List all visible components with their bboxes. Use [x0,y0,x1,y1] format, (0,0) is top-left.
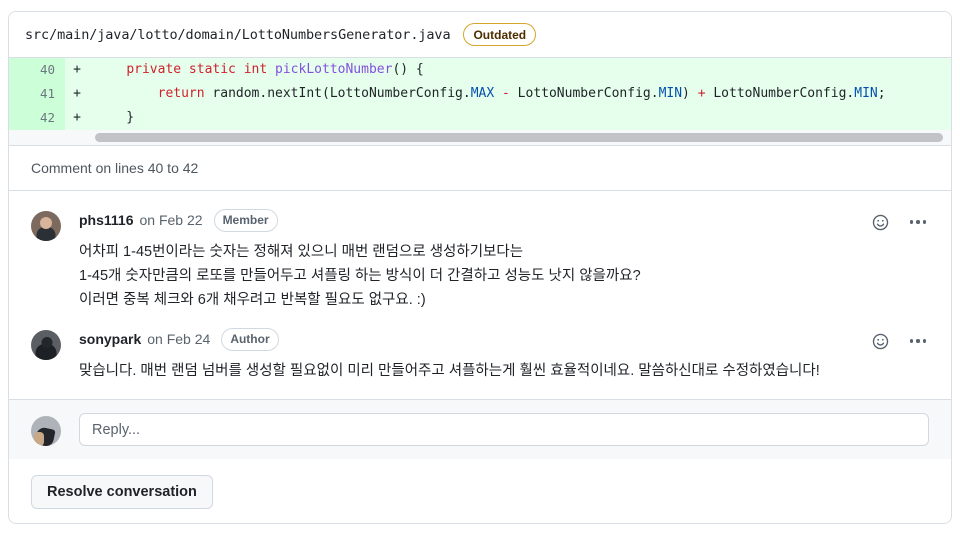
comment-header: phs1116 on Feb 22 Member [79,208,929,232]
comment-text: 어차피 1-45번이라는 숫자는 정해져 있으니 매번 랜덤으로 생성하기보다는… [79,240,929,312]
comment-body: phs1116 on Feb 22 Member 어차피 1-45번이라는 숫자는 정… [79,208,929,312]
review-thread-card: src/main/java/lotto/domain/LottoNumbersG… [8,11,952,524]
code-token: ) [682,86,698,101]
comment-on-lines-label: Comment on lines 40 to 42 [31,160,199,176]
comment-on-lines-bar: Comment on lines 40 to 42 [9,146,951,191]
diff-line-marker: + [65,82,89,106]
code-token: LottoNumberConfig. [509,86,659,101]
comment-author[interactable]: sonypark [79,331,141,347]
role-badge: Author [221,327,279,351]
diff-horizontal-scrollbar[interactable] [9,130,951,145]
code-token: MIN [658,86,683,101]
file-path[interactable]: src/main/java/lotto/domain/LottoNumbersG… [25,27,451,43]
code-token: - [502,86,510,101]
comment-timestamp[interactable]: on Feb 22 [140,212,203,228]
role-badge: Member [213,208,278,232]
comment-text-line: 1-45개 숫자만큼의 로또를 만들어두고 셔플링 하는 방식이 더 간결하고 … [79,268,641,284]
comment-timestamp[interactable]: on Feb 24 [147,331,210,347]
thread-footer: Resolve conversation [9,459,951,523]
diff-line-number[interactable]: 41 [9,82,65,106]
diff-line-code: private static int pickLottoNumber() { [89,58,951,82]
avatar[interactable] [31,330,61,360]
code-token: } [95,110,135,125]
resolve-conversation-button[interactable]: Resolve conversation [31,475,213,509]
comment-body: sonypark on Feb 24 Author 맞습니다. 매번 랜덤 넘버를 생… [79,327,929,383]
diff-scroll-region[interactable]: 40 + private static int pickLottoNumber()… [9,58,951,130]
reply-input[interactable] [79,413,929,446]
outdated-badge: Outdated [463,23,537,46]
code-token: LottoNumberConfig. [705,86,855,101]
diff-line: 40 + private static int pickLottoNumber()… [9,58,951,82]
diff-line-marker: + [65,106,89,130]
comment-text-line: 맞습니다. 매번 랜덤 넘버를 생성할 필요없이 미리 만들어주고 셔플하는게 … [79,363,820,379]
diff-line: 42 + } [9,106,951,130]
comment-author[interactable]: phs1116 [79,212,134,228]
code-token: MAX [470,86,495,101]
diff-block: 40 + private static int pickLottoNumber()… [9,58,951,146]
code-token: ; [877,86,886,101]
diff-line-number[interactable]: 42 [9,106,65,130]
smiley-icon[interactable] [869,211,891,233]
comment-list: phs1116 on Feb 22 Member 어차피 1-45번이라는 숫자는 정… [9,191,951,399]
comment: phs1116 on Feb 22 Member 어차피 1-45번이라는 숫자는 정… [9,203,951,322]
code-token: random.nextInt(LottoNumberConfig. [204,86,471,101]
code-token: () { [392,62,424,77]
avatar[interactable] [31,211,61,241]
code-token: MIN [854,86,878,101]
scrollbar-thumb[interactable] [95,133,943,142]
diff-line: 41 + return random.nextInt(LottoNumberCon… [9,82,951,106]
diff-table: 40 + private static int pickLottoNumber()… [9,58,951,130]
kebab-menu-icon[interactable] [907,211,929,233]
reply-row [9,399,951,459]
comment-header: sonypark on Feb 24 Author [79,327,929,351]
code-token: private static int [126,62,276,77]
avatar-current-user [31,415,61,446]
smiley-icon[interactable] [869,330,891,352]
comment-text: 맞습니다. 매번 랜덤 넘버를 생성할 필요없이 미리 만들어주고 셔플하는게 … [79,359,929,383]
comment-text-line: 이러면 중복 체크와 6개 채우려고 반복할 필요도 없구요. :) [79,292,426,308]
comment: sonypark on Feb 24 Author 맞습니다. 매번 랜덤 넘버를 생… [9,322,951,393]
diff-line-code: } [89,106,951,130]
kebab-menu-icon[interactable] [907,330,929,352]
code-token: return [157,86,205,101]
diff-line-code: return random.nextInt(LottoNumberConfig.… [89,82,951,106]
comment-text-line: 어차피 1-45번이라는 숫자는 정해져 있으니 매번 랜덤으로 생성하기보다는 [79,244,524,260]
code-token: pickLottoNumber [275,62,393,77]
diff-rows: 40 + private static int pickLottoNumber()… [9,58,951,130]
diff-line-marker: + [65,58,89,82]
code-token: + [697,86,706,101]
comment-actions [869,330,929,352]
screenshot-root: src/main/java/lotto/domain/LottoNumbersG… [0,0,960,540]
comment-actions [869,211,929,233]
diff-line-number[interactable]: 40 [9,58,65,82]
file-header: src/main/java/lotto/domain/LottoNumbersG… [9,12,951,58]
